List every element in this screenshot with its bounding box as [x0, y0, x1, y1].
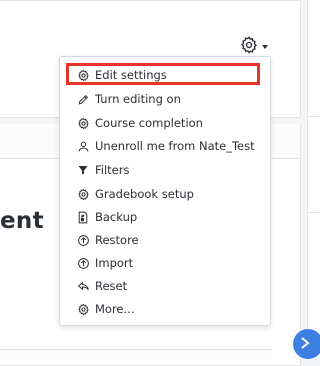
gear-icon — [76, 302, 90, 316]
menu-item-restore[interactable]: Restore — [60, 229, 270, 251]
course-settings-menu-button[interactable] — [239, 33, 275, 57]
menu-item-turn-editing-on[interactable]: Turn editing on — [60, 88, 270, 110]
menu-item-label: Gradebook setup — [95, 187, 194, 201]
menu-item-filters[interactable]: Filters — [60, 159, 270, 181]
gear-icon — [76, 116, 90, 130]
pencil-icon — [76, 92, 90, 106]
menu-item-label: Filters — [95, 163, 130, 177]
menu-item-label: Reset — [95, 279, 128, 293]
menu-item-label: Course completion — [95, 116, 203, 130]
filter-icon — [76, 163, 90, 177]
menu-item-backup[interactable]: Backup — [60, 206, 270, 228]
chevron-down-icon — [262, 45, 268, 49]
gear-icon — [76, 68, 90, 82]
menu-item-label: Edit settings — [95, 68, 167, 82]
right-sidebar-edge — [307, 0, 320, 359]
menu-item-edit-settings[interactable]: Edit settings — [60, 64, 270, 86]
menu-item-label: Restore — [95, 233, 139, 247]
menu-item-reset[interactable]: Reset — [60, 275, 270, 297]
user-icon — [76, 139, 90, 153]
course-settings-dropdown: Edit settings Turn editing on Course com… — [59, 56, 271, 326]
menu-item-gradebook-setup[interactable]: Gradebook setup — [60, 183, 270, 205]
chevron-right-icon — [299, 335, 311, 354]
backup-file-icon — [76, 210, 90, 224]
upload-circle-icon — [76, 256, 90, 270]
menu-item-label: Backup — [95, 210, 138, 224]
menu-item-import[interactable]: Import — [60, 252, 270, 274]
menu-item-course-completion[interactable]: Course completion — [60, 112, 270, 134]
menu-item-more[interactable]: More... — [60, 298, 270, 320]
menu-item-label: Unenroll me from Nate_Test — [95, 139, 255, 153]
upload-circle-icon — [76, 233, 90, 247]
gear-icon — [239, 35, 259, 55]
gear-icon — [76, 187, 90, 201]
reply-arrow-icon — [76, 279, 90, 293]
divider — [308, 212, 320, 213]
menu-item-label: Import — [95, 256, 134, 270]
divider — [308, 116, 320, 117]
menu-item-label: More... — [95, 302, 135, 316]
bottom-strip — [0, 349, 272, 360]
menu-item-label: Turn editing on — [95, 92, 181, 106]
drawer-toggle-button[interactable] — [293, 329, 320, 359]
page-heading-fragment: ent — [0, 208, 44, 234]
menu-item-unenroll[interactable]: Unenroll me from Nate_Test — [60, 135, 270, 157]
